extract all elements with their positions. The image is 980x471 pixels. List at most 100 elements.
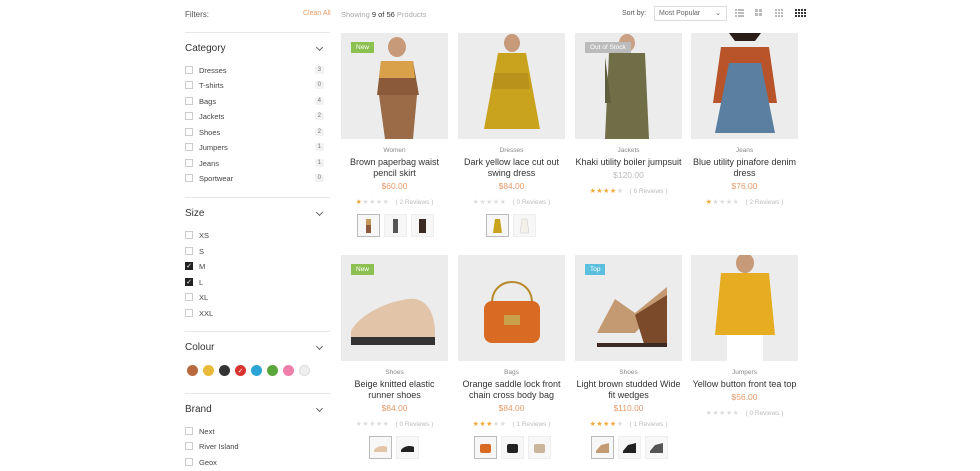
brand-option[interactable]: Geox (185, 457, 330, 467)
product-name[interactable]: Brown paperbag waist pencil skirt (341, 157, 448, 179)
thumbnail[interactable] (618, 436, 641, 459)
category-option[interactable]: Dresses 3 (185, 65, 330, 75)
brand-option[interactable]: Next (185, 426, 330, 436)
colour-swatch[interactable] (187, 365, 198, 376)
review-count[interactable]: ( 6 Reviews ) (629, 188, 667, 195)
checkbox[interactable] (185, 143, 193, 151)
checkbox[interactable] (185, 231, 193, 239)
chevron-down-icon[interactable] (315, 404, 324, 413)
product-card[interactable]: Top Shoes Light brown studded Wide fit w… (575, 255, 682, 459)
sort-by-label: Sort by: (622, 10, 647, 17)
size-label: M (199, 261, 206, 271)
thumbnail[interactable] (396, 436, 419, 459)
category-option[interactable]: Sportwear 0 (185, 173, 330, 183)
size-option[interactable]: ✓ M (185, 261, 330, 271)
brand-option[interactable]: River Island (185, 441, 330, 451)
product-image[interactable]: Top (575, 255, 682, 361)
thumbnail[interactable] (486, 214, 509, 237)
product-image[interactable]: New (341, 255, 448, 361)
product-name[interactable]: Orange saddle lock front chain cross bod… (458, 379, 565, 401)
product-card[interactable]: Out of Stock Jackets Khaki utility boile… (575, 33, 682, 195)
brand-label: Geox (199, 457, 217, 467)
thumbnail[interactable] (369, 436, 392, 459)
checkbox-checked[interactable]: ✓ (185, 262, 193, 270)
checkbox[interactable] (185, 427, 193, 435)
thumbnail[interactable] (645, 436, 668, 459)
colour-swatch[interactable] (219, 365, 230, 376)
chevron-down-icon[interactable] (315, 342, 324, 351)
colour-swatch[interactable] (203, 365, 214, 376)
colour-swatch[interactable] (283, 365, 294, 376)
product-name[interactable]: Blue utility pinafore denim dress (691, 157, 798, 179)
size-option[interactable]: S (185, 246, 330, 256)
checkbox[interactable] (185, 247, 193, 255)
product-name[interactable]: Light brown studded Wide fit wedges (575, 379, 682, 401)
product-image[interactable]: New (341, 33, 448, 139)
review-count[interactable]: ( 1 Reviews ) (512, 421, 550, 428)
category-option[interactable]: T-shirts 0 (185, 80, 330, 90)
checkbox[interactable] (185, 458, 193, 466)
product-image[interactable] (458, 33, 565, 139)
chevron-down-icon[interactable] (315, 43, 324, 52)
product-name[interactable]: Beige knitted elastic runner shoes (341, 379, 448, 401)
review-count[interactable]: ( 0 Reviews ) (512, 199, 550, 206)
checkbox-checked[interactable]: ✓ (185, 278, 193, 286)
product-card[interactable]: Jeans Blue utility pinafore denim dress … (691, 33, 798, 206)
thumbnail[interactable] (528, 436, 551, 459)
product-card[interactable]: New Women Brown paperbag waist pencil sk… (341, 33, 448, 237)
category-option[interactable]: Jeans 1 (185, 158, 330, 168)
checkbox[interactable] (185, 81, 193, 89)
review-count[interactable]: ( 2 Reviews ) (395, 199, 433, 206)
product-card[interactable]: Bags Orange saddle lock front chain cros… (458, 255, 565, 459)
checkbox[interactable] (185, 66, 193, 74)
checkbox[interactable] (185, 293, 193, 301)
checkbox[interactable] (185, 112, 193, 120)
chevron-down-icon[interactable] (315, 208, 324, 217)
product-name[interactable]: Yellow button front tea top (691, 379, 798, 390)
product-image[interactable] (691, 255, 798, 361)
product-image[interactable]: Out of Stock (575, 33, 682, 139)
review-count[interactable]: ( 0 Reviews ) (395, 421, 433, 428)
size-option[interactable]: XXL (185, 308, 330, 318)
review-count[interactable]: ( 1 Reviews ) (629, 421, 667, 428)
size-option[interactable]: ✓ L (185, 277, 330, 287)
colour-swatch[interactable] (299, 365, 310, 376)
product-card[interactable]: Jumpers Yellow button front tea top $56.… (691, 255, 798, 417)
colour-swatch[interactable] (251, 365, 262, 376)
thumbnail[interactable] (384, 214, 407, 237)
review-count[interactable]: ( 2 Reviews ) (745, 199, 783, 206)
grid-4-view-icon[interactable] (795, 9, 806, 17)
product-card[interactable]: New Shoes Beige knitted elastic runner s… (341, 255, 448, 459)
checkbox[interactable] (185, 159, 193, 167)
review-count[interactable]: ( 0 Reviews ) (745, 410, 783, 417)
checkbox[interactable] (185, 128, 193, 136)
category-option[interactable]: Jumpers 1 (185, 142, 330, 152)
product-name[interactable]: Dark yellow lace cut out swing dress (458, 157, 565, 179)
checkbox[interactable] (185, 442, 193, 450)
thumbnail[interactable] (591, 436, 614, 459)
category-option[interactable]: Shoes 2 (185, 127, 330, 137)
checkbox[interactable] (185, 174, 193, 182)
category-option[interactable]: Jackets 2 (185, 111, 330, 121)
thumbnail[interactable] (357, 214, 380, 237)
checkbox[interactable] (185, 97, 193, 105)
thumbnail[interactable] (501, 436, 524, 459)
product-card[interactable]: Dresses Dark yellow lace cut out swing d… (458, 33, 565, 237)
product-image[interactable] (691, 33, 798, 139)
grid-3-view-icon[interactable] (775, 9, 784, 17)
thumbnail[interactable] (411, 214, 434, 237)
sort-select[interactable]: Most Popular ⌄ (654, 6, 727, 21)
colour-swatch[interactable] (267, 365, 278, 376)
checkbox[interactable] (185, 309, 193, 317)
grid-2-view-icon[interactable] (755, 9, 764, 17)
category-option[interactable]: Bags 4 (185, 96, 330, 106)
size-option[interactable]: XS (185, 230, 330, 240)
list-view-icon[interactable] (735, 9, 744, 17)
thumbnail[interactable] (474, 436, 497, 459)
size-option[interactable]: XL (185, 292, 330, 302)
clean-all-link[interactable]: Clean All (303, 10, 331, 17)
product-name[interactable]: Khaki utility boiler jumpsuit (575, 157, 682, 168)
thumbnail[interactable] (513, 214, 536, 237)
product-image[interactable] (458, 255, 565, 361)
colour-swatch[interactable]: ✓ (235, 365, 246, 376)
